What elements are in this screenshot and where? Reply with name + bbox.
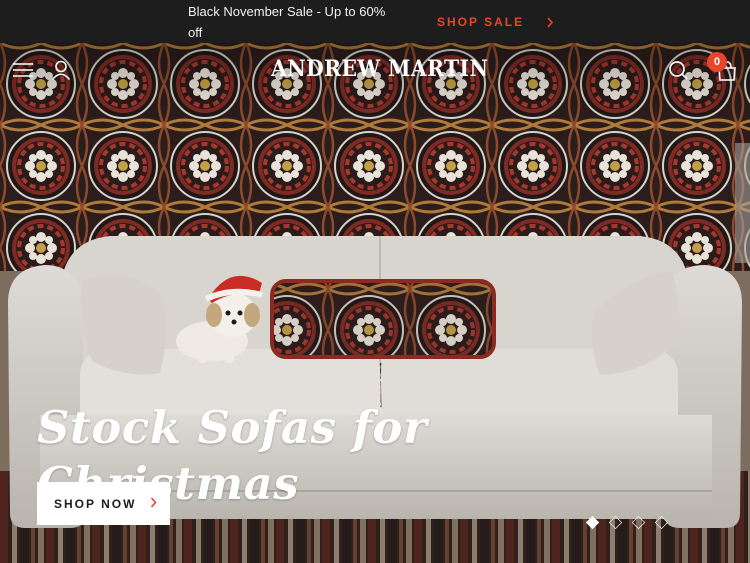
slide-dot-2[interactable] — [608, 515, 623, 530]
shop-sale-label: SHOP SALE — [437, 15, 525, 29]
cart-count-badge: 0 — [707, 52, 727, 72]
account-icon[interactable] — [48, 57, 74, 83]
slide-dot-1[interactable] — [585, 515, 600, 530]
announcement-bar: Black November Sale - Up to 60% off SHOP… — [0, 0, 750, 43]
menu-icon[interactable] — [10, 57, 36, 83]
chevron-right-icon — [150, 495, 158, 513]
slide-dot-3[interactable] — [631, 515, 646, 530]
announcement-text: Black November Sale - Up to 60% off — [188, 4, 386, 40]
chevron-right-icon — [546, 16, 554, 28]
search-icon[interactable] — [665, 57, 691, 83]
slide-dot-4[interactable] — [654, 515, 669, 530]
slide-indicators — [585, 515, 669, 532]
shop-sale-link[interactable]: SHOP SALE — [437, 12, 554, 32]
shop-now-label: SHOP NOW — [54, 496, 137, 511]
shop-now-button[interactable]: SHOP NOW — [37, 482, 170, 525]
logo[interactable]: ANDREW MARTIN — [271, 56, 488, 82]
